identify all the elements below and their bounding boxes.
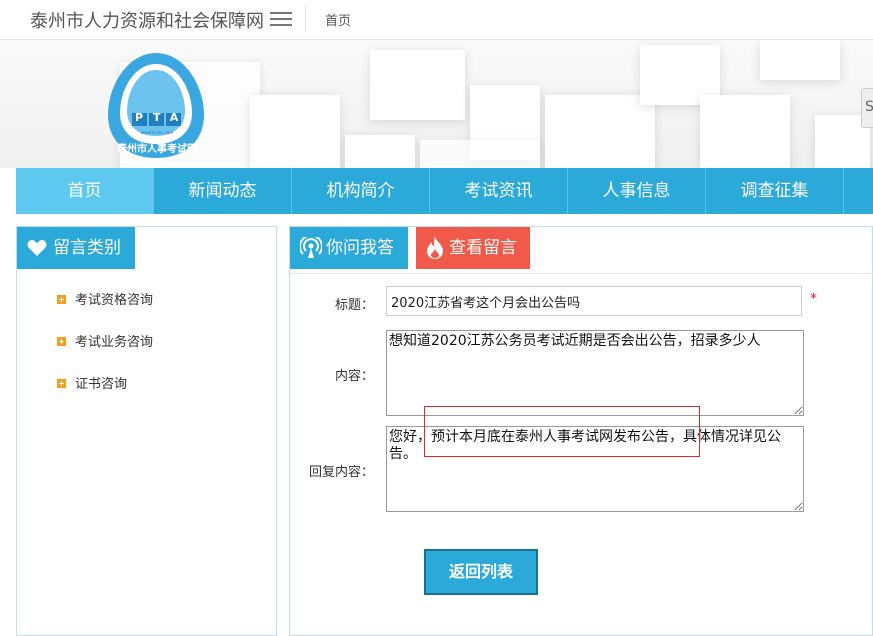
banner-scroll-button[interactable]: S [861,88,873,128]
divider [290,273,873,274]
category-list: 考试资格咨询 考试业务咨询 证书咨询 [57,289,153,415]
category-label: 考试资格咨询 [75,293,154,308]
qa-panel: 你问我答 查看留言 标题： * 内容： 想知道2020江苏公务员考试近期是否会出… [289,226,873,636]
category-item-qualification[interactable]: 考试资格咨询 [57,289,153,331]
home-link[interactable]: 首页 [325,10,351,29]
plus-icon [57,379,66,388]
title-label: 标题： [334,298,374,313]
nav-item-exam-info[interactable]: 考试资讯 [430,168,568,214]
plus-icon [57,295,66,304]
nav-item-about[interactable]: 机构简介 [292,168,430,214]
category-item-certificate[interactable]: 证书咨询 [57,373,153,415]
title-field[interactable] [386,286,802,316]
menu-icon[interactable] [270,12,292,26]
category-label: 证书咨询 [75,377,128,392]
site-logo[interactable]: PTA www.tzrsks.com 泰州市人事考试网 [100,50,212,162]
tab-ask-label: 你问我答 [326,238,394,258]
sidebar: 留言类别 考试资格咨询 考试业务咨询 证书咨询 [16,226,277,636]
heart-icon [27,240,47,256]
tab-view-messages[interactable]: 查看留言 [416,227,530,269]
top-bar: 泰州市人力资源和社会保障网 首页 [0,0,873,40]
sidebar-heading: 留言类别 [17,227,135,269]
reply-field[interactable]: 您好，预计本月底在泰州人事考试网发布公告，具体情况详见公告。 [386,426,804,512]
nav-item-survey[interactable]: 调查征集 [706,168,844,214]
tab-view-label: 查看留言 [449,238,517,258]
content-field[interactable]: 想知道2020江苏公务员考试近期是否会出公告，招录多少人 [386,330,804,416]
category-item-business[interactable]: 考试业务咨询 [57,331,153,373]
sidebar-heading-label: 留言类别 [53,238,121,258]
broadcast-icon [300,237,322,258]
required-mark: * [810,291,817,307]
tab-ask[interactable]: 你问我答 [290,227,408,269]
logo-letters: PTA [135,111,189,124]
site-title[interactable]: 泰州市人力资源和社会保障网 [30,7,264,33]
plus-icon [57,337,66,346]
nav-item-personnel[interactable]: 人事信息 [568,168,706,214]
content-label: 内容： [334,369,374,384]
nav-item-home[interactable]: 首页 [16,168,154,214]
main-nav: 首页 新闻动态 机构简介 考试资讯 人事信息 调查征集 [16,168,873,214]
logo-arc-text: 泰州市人事考试网 [117,144,197,155]
divider [305,6,306,32]
flame-icon [427,237,443,259]
back-to-list-button[interactable]: 返回列表 [424,549,538,595]
nav-item-news[interactable]: 新闻动态 [154,168,292,214]
logo-url: www.tzrsks.com [140,130,174,135]
category-label: 考试业务咨询 [75,335,154,350]
reply-label: 回复内容： [308,465,374,480]
